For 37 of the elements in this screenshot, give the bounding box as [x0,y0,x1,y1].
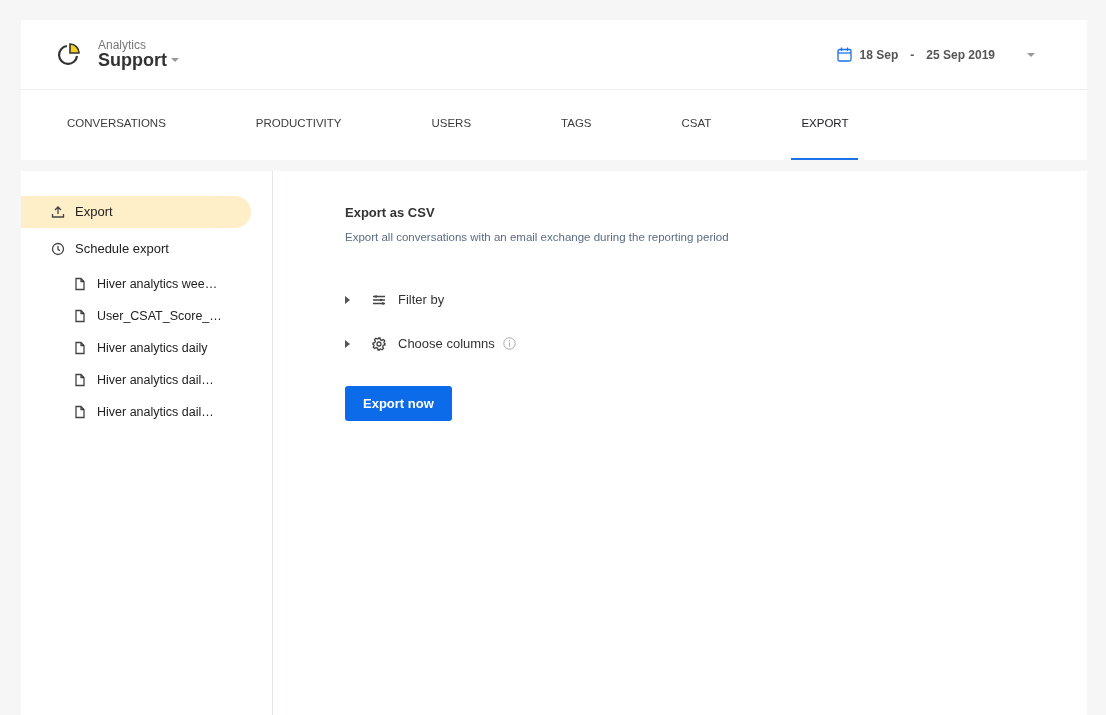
scheduled-export-item[interactable]: Hiver analytics dail… [21,398,251,426]
document-icon [73,405,87,419]
scheduled-export-item[interactable]: Hiver analytics dail… [21,366,251,394]
gear-icon [372,336,386,351]
sidebar-item[interactable]: Schedule export [21,233,251,265]
tab[interactable]: CSAT [671,90,722,160]
pie-chart-icon [56,41,82,68]
tab[interactable]: TAGS [551,90,602,160]
app-subtitle: Analytics [98,38,147,51]
document-icon [73,341,87,355]
scheduled-export-item[interactable]: User_CSAT_Score_… [21,302,251,330]
end-date[interactable]: 25 Sep 2019 [926,45,995,64]
dropdown-icon[interactable] [171,58,179,63]
document-icon [73,373,87,387]
clock-icon [51,242,65,256]
tab[interactable]: EXPORT [791,90,859,160]
sliders-icon [372,292,386,307]
tab[interactable]: CONVERSATIONS [57,90,176,160]
upload-icon [51,205,65,219]
section-description: Export all conversations with an email exchange during the reporting period [345,229,729,245]
scheduled-export-item[interactable]: Hiver analytics wee… [21,270,251,298]
info-icon[interactable] [502,337,516,351]
dropdown-icon[interactable] [1027,52,1035,57]
tab[interactable]: USERS [421,90,482,160]
workspace-title[interactable]: Support [98,50,167,71]
expandable-section[interactable]: Choose columns [345,329,495,358]
export-now-button[interactable]: Export now [345,385,452,422]
sidebar-item[interactable]: Export [21,196,251,228]
scheduled-export-item[interactable]: Hiver analytics daily [21,334,251,362]
start-date[interactable]: 18 Sep [859,45,899,64]
document-icon [73,277,87,291]
document-icon [73,309,87,323]
date-separator: - [910,46,915,64]
section-title: Export as CSV [345,204,436,222]
expandable-section[interactable]: Filter by [345,285,445,314]
tab[interactable]: PRODUCTIVITY [245,90,352,160]
calendar-icon [836,47,852,62]
